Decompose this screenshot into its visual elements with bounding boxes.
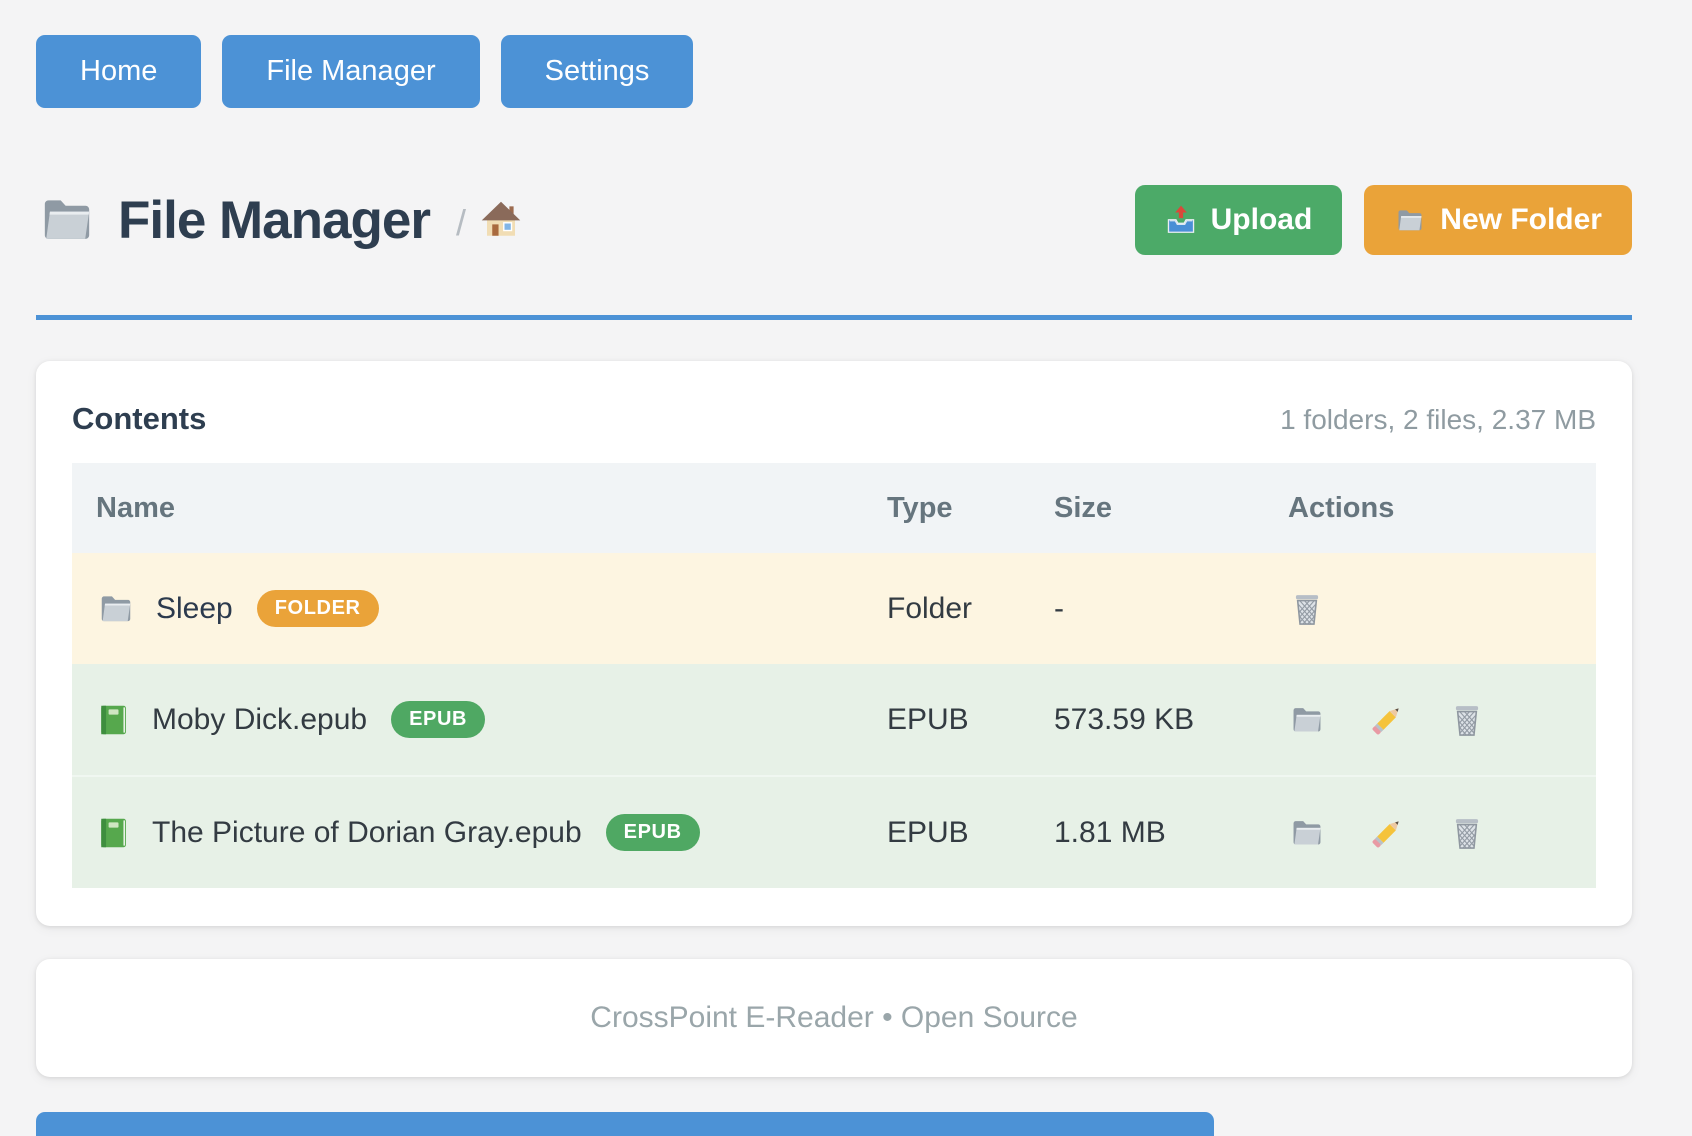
actions-cell (1288, 701, 1596, 739)
nav-home-button[interactable]: Home (36, 35, 201, 108)
delete-button[interactable] (1448, 701, 1486, 739)
move-button[interactable] (1288, 703, 1326, 737)
trash-icon (1448, 701, 1486, 739)
contents-card: Contents 1 folders, 2 files, 2.37 MB Nam… (36, 361, 1632, 926)
breadcrumb-separator: / (456, 202, 466, 244)
folder-icon (1288, 703, 1326, 737)
file-name[interactable]: Sleep (156, 592, 233, 626)
green-book-icon (96, 701, 132, 739)
green-book-icon (96, 814, 132, 852)
upload-tray-icon (1165, 204, 1197, 236)
file-name[interactable]: Moby Dick.epub (152, 703, 367, 737)
page-header: File Manager / Upload New Folder (36, 185, 1632, 255)
new-folder-button[interactable]: New Folder (1364, 185, 1632, 255)
move-button[interactable] (1288, 816, 1326, 850)
title-divider (36, 315, 1632, 320)
column-header-actions: Actions (1288, 492, 1596, 525)
name-cell: Sleep FOLDER (96, 590, 887, 627)
table-row-moby-dick[interactable]: Moby Dick.epub EPUB EPUB 573.59 KB (72, 664, 1596, 775)
rename-button[interactable] (1368, 701, 1406, 739)
upload-button[interactable]: Upload (1135, 185, 1343, 255)
delete-button[interactable] (1288, 590, 1326, 628)
file-size: - (1054, 592, 1288, 626)
new-folder-button-label: New Folder (1440, 203, 1602, 237)
bottom-toolbar-cutoff (36, 1112, 1214, 1136)
file-type: EPUB (887, 703, 1054, 737)
contents-card-header: Contents 1 folders, 2 files, 2.37 MB (72, 401, 1596, 437)
pencil-icon (1368, 701, 1406, 739)
pencil-icon (1368, 814, 1406, 852)
actions-cell (1288, 590, 1596, 628)
folder-icon (36, 192, 98, 248)
folder-icon (1288, 816, 1326, 850)
footer-text: CrossPoint E-Reader • Open Source (590, 1001, 1077, 1035)
contents-summary: 1 folders, 2 files, 2.37 MB (1280, 404, 1596, 436)
column-header-name: Name (96, 492, 887, 525)
file-type: EPUB (887, 816, 1054, 850)
trash-icon (1448, 814, 1486, 852)
rename-button[interactable] (1368, 814, 1406, 852)
column-header-type: Type (887, 492, 1054, 525)
folder-icon (96, 591, 136, 627)
contents-title: Contents (72, 401, 206, 437)
folder-icon (1394, 206, 1426, 235)
file-size: 573.59 KB (1054, 703, 1288, 737)
table-header-row: Name Type Size Actions (72, 463, 1596, 553)
title-wrap: File Manager / (36, 190, 522, 251)
name-cell: The Picture of Dorian Gray.epub EPUB (96, 814, 887, 852)
delete-button[interactable] (1448, 814, 1486, 852)
folder-badge: FOLDER (257, 590, 379, 627)
top-nav: Home File Manager Settings (36, 35, 1632, 108)
actions-cell (1288, 814, 1596, 852)
nav-file-manager-button[interactable]: File Manager (222, 35, 479, 108)
page-container: Home File Manager Settings File Manager … (36, 0, 1632, 1077)
trash-icon (1288, 590, 1326, 628)
file-table: Name Type Size Actions Sleep FOLDER Fold… (72, 463, 1596, 888)
file-name[interactable]: The Picture of Dorian Gray.epub (152, 816, 582, 850)
nav-settings-button[interactable]: Settings (501, 35, 694, 108)
file-type: Folder (887, 592, 1054, 626)
header-actions: Upload New Folder (1135, 185, 1632, 255)
epub-badge: EPUB (391, 701, 485, 738)
table-row-dorian-gray[interactable]: The Picture of Dorian Gray.epub EPUB EPU… (72, 775, 1596, 888)
name-cell: Moby Dick.epub EPUB (96, 701, 887, 739)
page-title: File Manager (118, 190, 430, 251)
house-icon[interactable] (480, 199, 522, 241)
table-row-sleep[interactable]: Sleep FOLDER Folder - (72, 553, 1596, 664)
upload-button-label: Upload (1211, 203, 1313, 237)
footer-card: CrossPoint E-Reader • Open Source (36, 959, 1632, 1077)
column-header-size: Size (1054, 492, 1288, 525)
file-size: 1.81 MB (1054, 816, 1288, 850)
epub-badge: EPUB (606, 814, 700, 851)
